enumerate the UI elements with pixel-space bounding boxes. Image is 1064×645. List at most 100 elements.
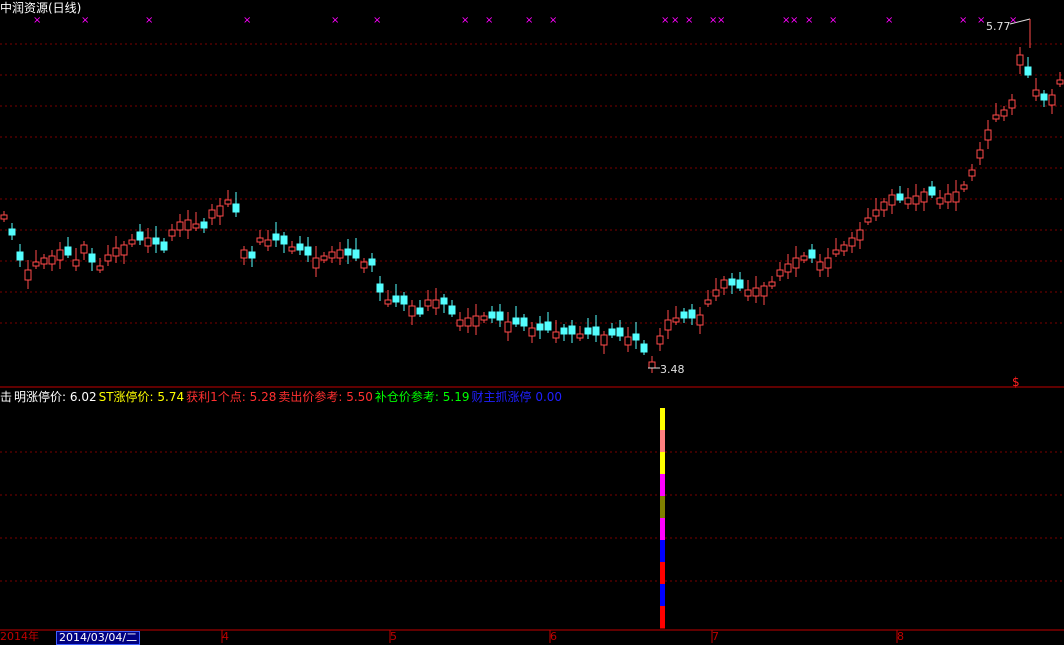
- candle-body: [344, 248, 352, 256]
- candle-body: [760, 285, 768, 297]
- candle-body: [904, 197, 912, 205]
- signal-bar-segment: [660, 408, 665, 431]
- signal-marker-icon: ×: [485, 15, 493, 26]
- candle-body: [1032, 89, 1040, 97]
- candle-body: [960, 184, 968, 190]
- candle-body: [976, 149, 984, 159]
- candle-body: [736, 279, 744, 289]
- candle-body: [240, 249, 248, 259]
- candle-body: [456, 319, 464, 327]
- candle-body: [1016, 54, 1024, 66]
- signal-marker-icon: ×: [373, 15, 381, 26]
- month-label-4: 4: [222, 630, 229, 643]
- indicator-item-3: 获利1个点: 5.28: [186, 390, 277, 404]
- signal-marker-icon: ×: [977, 15, 985, 26]
- candle-body: [328, 251, 336, 259]
- signal-marker-icon: ×: [525, 15, 533, 26]
- candle-body: [1048, 94, 1056, 106]
- candle-body: [888, 194, 896, 206]
- candlestick-series: [0, 47, 1064, 373]
- candle-body: [24, 269, 32, 281]
- candle-body: [64, 246, 72, 256]
- signal-marker-icon: ×: [685, 15, 693, 26]
- kline-chart-canvas[interactable]: × × × × × × × × × × × × × × × × × × × × × × ×: [0, 0, 1064, 643]
- candle-body: [440, 297, 448, 305]
- candle-body: [480, 315, 488, 321]
- signal-marker-icon: ×: [671, 15, 679, 26]
- candle-body: [136, 231, 144, 241]
- candle-body: [632, 333, 640, 341]
- signal-marker-icon: ×: [885, 15, 893, 26]
- candle-body: [1008, 99, 1016, 109]
- candle-body: [496, 311, 504, 321]
- candle-body: [80, 244, 88, 254]
- candle-body: [936, 197, 944, 205]
- candle-body: [704, 299, 712, 305]
- candle-body: [352, 249, 360, 259]
- candle-body: [520, 317, 528, 327]
- candle-body: [280, 235, 288, 245]
- candle-body: [32, 261, 40, 267]
- candle-body: [504, 321, 512, 333]
- candle-body: [776, 269, 784, 277]
- signal-bar-segment: [660, 452, 665, 475]
- candle-body: [16, 251, 24, 261]
- candle-body: [432, 299, 440, 309]
- signal-marker-icon: ×: [331, 15, 339, 26]
- candle-body: [624, 336, 632, 346]
- candle-body: [1056, 79, 1064, 85]
- candle-body: [552, 331, 560, 339]
- candle-body: [264, 239, 272, 247]
- candle-body: [384, 299, 392, 305]
- year-axis-label: 2014年: [0, 630, 39, 643]
- candle-body: [640, 343, 648, 353]
- indicator-item-6: 财主抓涨停 0.00: [471, 390, 563, 404]
- candle-body: [608, 328, 616, 336]
- candle-body: [672, 317, 680, 323]
- candle-body: [400, 295, 408, 305]
- candle-body: [224, 199, 232, 205]
- candle-body: [560, 327, 568, 335]
- candle-body: [320, 255, 328, 261]
- candle-body: [304, 246, 312, 256]
- candle-body: [208, 209, 216, 219]
- signal-bar-segment: [660, 606, 665, 629]
- low-price-label: 3.48: [660, 363, 685, 376]
- indicator-item-5: 补仓价参考: 5.19: [374, 390, 470, 404]
- signal-bar-segment: [660, 430, 665, 453]
- candle-body: [72, 259, 80, 267]
- month-label-5: 5: [390, 630, 397, 643]
- window-title: 中润资源(日线): [0, 1, 82, 15]
- candle-body: [0, 214, 8, 220]
- high-price-label: 5.77: [986, 20, 1011, 33]
- candle-body: [216, 205, 224, 217]
- candle-body: [856, 229, 864, 241]
- candle-body: [336, 249, 344, 259]
- signal-marker-icon: ×: [805, 15, 813, 26]
- candle-body: [256, 237, 264, 243]
- indicator-item-1: 明涨停价: 6.02: [14, 390, 97, 404]
- candle-body: [512, 317, 520, 325]
- candle-body: [160, 241, 168, 251]
- candle-body: [944, 193, 952, 203]
- signal-bar-segment: [660, 540, 665, 563]
- signal-marker-icon: ×: [790, 15, 798, 26]
- signal-marker-icon: ×: [461, 15, 469, 26]
- signal-bar-segment: [660, 474, 665, 497]
- candle-body: [848, 237, 856, 247]
- candle-body: [184, 219, 192, 231]
- candle-body: [952, 191, 960, 203]
- candle-body: [464, 317, 472, 327]
- candle-body: [368, 258, 376, 266]
- candle-body: [696, 314, 704, 326]
- signal-marker-icon: ×: [33, 15, 41, 26]
- candle-body: [152, 237, 160, 245]
- candle-body: [88, 253, 96, 263]
- candle-body: [864, 217, 872, 223]
- candle-body: [408, 305, 416, 317]
- candle-body: [768, 281, 776, 287]
- signal-marker-icon: ×: [661, 15, 669, 26]
- candle-body: [392, 295, 400, 303]
- candle-body: [968, 169, 976, 177]
- candle-body: [8, 228, 16, 236]
